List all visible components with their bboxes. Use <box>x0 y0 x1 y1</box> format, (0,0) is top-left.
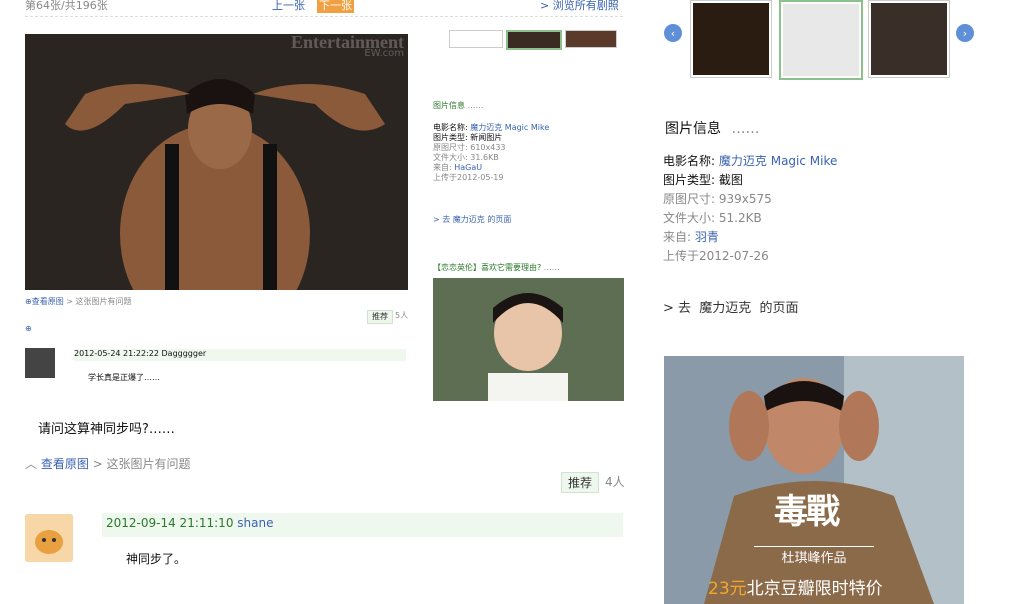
uploaded-date: 上传于2012-07-26 <box>663 249 769 263</box>
small-from-link[interactable]: HaGaU <box>454 163 482 172</box>
small-comment-meta: 2012-05-24 21:22:22 Daggggger <box>74 349 406 361</box>
view-original-link[interactable]: 查看原图 <box>41 457 89 471</box>
main-photo[interactable]: Entertainment EW.com <box>25 34 408 290</box>
small-filesize-label: 文件大小: <box>433 153 468 162</box>
small-from-label: 来自: <box>433 163 452 172</box>
woman-portrait-image <box>433 278 624 401</box>
small-ad-title-text[interactable]: 【恋恋英伦】喜欢它需要理由? <box>433 263 541 272</box>
small-info-list: 电影名称: 魔力迈克 Magic Mike 图片类型: 新闻图片 原图尺寸: 6… <box>433 123 549 183</box>
carousel-thumbnail-current[interactable] <box>779 0 863 80</box>
small-magnify-icon[interactable]: ⊕ <box>25 297 32 306</box>
embedded-thumbnail[interactable] <box>449 30 503 48</box>
ad-promo: 23元北京豆瓣限时特价 <box>708 574 883 599</box>
info-list: 电影名称: 魔力迈克 Magic Mike 图片类型: 截图 原图尺寸: 939… <box>663 152 837 266</box>
small-recommend-button[interactable]: 推荐 <box>367 310 393 324</box>
small-ad-dots: …… <box>543 263 560 272</box>
small-movie-cn-link[interactable]: 魔力迈克 <box>470 123 502 132</box>
from-link[interactable]: 羽青 <box>695 230 719 244</box>
ad-price: 23元 <box>708 579 747 599</box>
ad-promo-text: 北京豆瓣限时特价 <box>746 579 883 599</box>
info-title-dots: …… <box>731 121 760 137</box>
prev-photo-link[interactable]: 上一张 <box>272 0 305 13</box>
small-movie-label: 电影名称: <box>433 123 468 132</box>
embedded-thumbnail-current[interactable] <box>506 30 562 50</box>
embedded-thumbnail[interactable] <box>565 30 617 48</box>
chevron-right-icon: › <box>962 26 968 40</box>
small-tools: ⊕查看原图 > 这张图片有问题 <box>25 297 132 307</box>
thumbnail-image <box>783 4 859 76</box>
small-size-value: 610x433 <box>470 143 506 152</box>
small-type-value: 新闻图片 <box>470 133 503 142</box>
photo-watermark-url: EW.com <box>364 48 404 59</box>
type-label: 图片类型: <box>663 173 716 187</box>
movie-en-link[interactable]: Magic Mike <box>771 154 838 168</box>
carousel-prev-button[interactable]: ‹ <box>664 24 682 42</box>
small-ad-image[interactable] <box>433 278 624 401</box>
comment-text: 神同步了。 <box>126 552 187 566</box>
from-label: 来自: <box>663 230 692 244</box>
photo-counter: 第64张/共196张 <box>25 0 108 12</box>
avatar[interactable] <box>25 514 73 562</box>
ad-subtitle: 杜琪峰作品 <box>754 546 874 567</box>
shirtless-actor-photo <box>25 34 408 290</box>
carousel-next-button[interactable]: › <box>956 24 974 42</box>
small-report-link[interactable]: > 这张图片有问题 <box>66 297 131 306</box>
recommend-count: 4人 <box>605 475 625 489</box>
thumbnail-image <box>871 3 947 75</box>
thumbnail-image <box>693 3 769 75</box>
size-value: 939x575 <box>718 192 772 206</box>
small-info-title-text: 图片信息 <box>433 101 465 110</box>
small-ad-title[interactable]: 【恋恋英伦】喜欢它需要理由? …… <box>433 263 560 273</box>
small-zoom-icon[interactable]: ⊕ <box>25 324 32 334</box>
movie-label: 电影名称: <box>663 154 716 168</box>
main-tools: ︿ 查看原图 > 这张图片有问题 <box>25 455 191 472</box>
comment-user-link[interactable]: shane <box>237 516 273 530</box>
small-size-label: 原图尺寸: <box>433 143 468 152</box>
filesize-value: 51.2KB <box>718 211 762 225</box>
type-value: 截图 <box>718 173 743 187</box>
info-title-text: 图片信息 <box>665 121 721 137</box>
small-type-label: 图片类型: <box>433 133 468 142</box>
comment-meta: 2012-09-14 21:11:10 shane <box>102 513 623 537</box>
filesize-label: 文件大小: <box>663 211 716 225</box>
small-movie-en-link[interactable]: Magic Mike <box>505 123 549 132</box>
goto-movie-link[interactable]: > 去 魔力迈克 的页面 <box>663 297 799 316</box>
next-photo-link[interactable]: 下一张 <box>317 0 354 13</box>
divider <box>25 16 623 17</box>
small-info-title: 图片信息 …… <box>433 101 484 111</box>
collapse-icon[interactable]: ︿ <box>25 457 37 471</box>
small-info-dots: …… <box>467 101 484 110</box>
info-title: 图片信息 …… <box>665 118 759 138</box>
small-goto-link[interactable]: > 去 魔力迈克 的页面 <box>433 215 511 225</box>
small-recommend-count: 5人 <box>395 311 409 320</box>
small-comment-text: 学长真是正爆了…… <box>88 373 160 382</box>
cat-avatar-icon <box>25 514 73 562</box>
chevron-left-icon: ‹ <box>670 26 676 40</box>
browse-all-link[interactable]: > 浏览所有剧照 <box>540 0 619 13</box>
small-avatar[interactable] <box>25 348 55 378</box>
carousel-thumbnail[interactable] <box>690 0 772 78</box>
movie-ad-banner[interactable]: 毒戰 杜琪峰作品 23元北京豆瓣限时特价 <box>664 356 964 604</box>
comment-time: 2012-09-14 21:11:10 <box>106 516 234 530</box>
small-filesize-value: 31.6KB <box>470 153 499 162</box>
small-uploaded: 上传于2012-05-19 <box>433 173 504 182</box>
report-link[interactable]: > 这张图片有问题 <box>93 457 191 471</box>
small-view-original-link[interactable]: 查看原图 <box>32 297 64 306</box>
size-label: 原图尺寸: <box>663 192 716 206</box>
carousel-thumbnail[interactable] <box>868 0 950 78</box>
recommend-button[interactable]: 推荐 <box>561 472 600 493</box>
movie-cn-link[interactable]: 魔力迈克 <box>719 154 767 168</box>
ad-logo: 毒戰 <box>774 492 840 532</box>
question-text: 请问这算神同步吗?…… <box>38 422 175 437</box>
